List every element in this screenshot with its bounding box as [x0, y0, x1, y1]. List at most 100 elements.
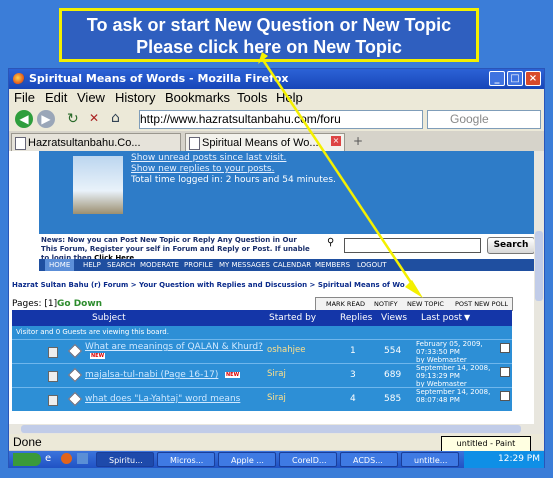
taskbar-item-coreldraw[interactable]: CorelD... [279, 452, 337, 467]
reload-icon[interactable]: ↻ [67, 111, 79, 127]
mosque-image [73, 156, 123, 214]
vertical-scroll-thumb[interactable] [535, 231, 543, 301]
col-views[interactable]: Views [381, 310, 407, 326]
new-topic-button[interactable]: NEW TOPIC [407, 298, 444, 310]
stop-icon[interactable]: ✕ [89, 111, 99, 125]
topic-subject-link[interactable]: majalsa-tul-nabi (Page 16-17) [85, 370, 218, 380]
close-button[interactable]: × [525, 71, 541, 86]
menu-edit[interactable]: Edit [45, 89, 67, 107]
topic-starter[interactable]: Siraj [267, 393, 286, 403]
nav-help[interactable]: HELP [83, 259, 101, 271]
time-logged-in: Total time logged in: 2 hours and 54 min… [131, 175, 336, 185]
last-post-date: February 05, 2009, [416, 340, 483, 348]
menu-bookmarks[interactable]: Bookmarks [165, 89, 230, 107]
nav-moderate[interactable]: MODERATE [140, 259, 179, 271]
last-post-icon[interactable] [500, 343, 510, 353]
taskbar-item-apple[interactable]: Apple ... [218, 452, 276, 467]
col-subject[interactable]: Subject [92, 310, 126, 326]
browser-window: Spiritual Means of Words - Mozilla Firef… [8, 68, 545, 468]
topic-icon [48, 347, 58, 358]
post-type-icon [67, 343, 83, 359]
topics-table-header: Subject Started by Replies Views Last po… [12, 310, 512, 326]
unread-posts-link[interactable]: Show unread posts since last visit. [131, 153, 286, 163]
menu-history[interactable]: History [115, 89, 155, 107]
topic-replies: 4 [350, 394, 356, 404]
status-text: Done [13, 435, 42, 449]
taskbar-item-paint[interactable]: untitle... [401, 452, 459, 467]
home-icon[interactable]: ⌂ [111, 110, 120, 126]
topic-icon [48, 371, 58, 382]
taskbar-item-microsoft[interactable]: Micros... [157, 452, 215, 467]
maximize-button[interactable]: □ [507, 71, 523, 86]
last-post-icon[interactable] [500, 391, 510, 401]
nav-logout[interactable]: LOGOUT [357, 259, 387, 271]
breadcrumb: Hazrat Sultan Bahu (r) Forum > Your Ques… [12, 281, 405, 289]
notify-button[interactable]: NOTIFY [374, 298, 398, 310]
horizontal-scrollbar[interactable] [9, 424, 544, 434]
nav-search[interactable]: SEARCH [107, 259, 135, 271]
search-box[interactable]: Google [427, 110, 541, 129]
forum-search-input[interactable] [344, 238, 481, 253]
start-button[interactable] [13, 453, 41, 466]
desktop-icon[interactable] [77, 453, 88, 464]
search-placeholder: Google [450, 112, 489, 126]
go-down-link[interactable]: Go Down [57, 299, 102, 309]
new-replies-link[interactable]: Show new replies to your posts. [131, 164, 274, 174]
viewers-info: Visitor and 0 Guests are viewing this bo… [12, 326, 512, 339]
last-post-date: September 14, 2008, [416, 364, 491, 372]
url-bar[interactable]: http://www.hazratsultanbahu.com/foru [139, 110, 423, 129]
topic-starter[interactable]: Siraj [267, 369, 286, 379]
nav-profile[interactable]: PROFILE [184, 259, 213, 271]
tab-bar: Hazratsultanbahu.Co... Spiritual Means o… [9, 131, 544, 151]
viewers-text: Visitor and 0 Guests are viewing this bo… [16, 328, 169, 336]
col-replies[interactable]: Replies [340, 310, 372, 326]
taskbar-item-acdsee[interactable]: ACDS... [340, 452, 398, 467]
page-icon [189, 137, 200, 150]
ie-icon[interactable]: e [45, 453, 51, 464]
forum-search-button[interactable]: Search [487, 237, 534, 254]
minimize-button[interactable]: _ [489, 71, 505, 86]
firefox-quicklaunch-icon[interactable] [61, 453, 72, 464]
system-tray: 12:29 PM [464, 451, 544, 468]
post-new-poll-button[interactable]: POST NEW POLL [455, 298, 508, 310]
menu-help[interactable]: Help [276, 89, 303, 107]
menu-tools[interactable]: Tools [237, 89, 267, 107]
menu-view[interactable]: View [77, 89, 105, 107]
page-icon [15, 137, 26, 150]
callout-line-2: Please click here on New Topic [136, 37, 402, 57]
forward-button[interactable]: ▶ [37, 110, 55, 128]
table-row: What are meanings of QALAN & Khurd? NEW … [12, 339, 512, 364]
new-tab-icon[interactable]: + [353, 134, 363, 148]
topic-last-post: September 14, 2008, 09:13:29 PM by Webma… [416, 364, 490, 388]
instruction-callout: To ask or start New Question or New Topi… [59, 8, 479, 62]
table-row: what does "La-Yahtaj" word means Siraj 4… [12, 387, 512, 411]
back-button[interactable]: ◀ [15, 110, 33, 128]
callout-line-1: To ask or start New Question or New Topi… [86, 15, 452, 35]
tab-spiritual-means[interactable]: Spiritual Means of Wo... [185, 133, 345, 151]
nav-members[interactable]: MEMBERS [315, 259, 350, 271]
nav-my-messages[interactable]: MY MESSAGES [219, 259, 270, 271]
new-badge: NEW [225, 372, 241, 378]
tab-close-icon[interactable]: × [331, 136, 341, 146]
menu-file[interactable]: File [14, 89, 35, 107]
topic-subject-link[interactable]: What are meanings of QALAN & Khurd? [85, 342, 263, 352]
taskbar-item-firefox[interactable]: Spiritu... [96, 452, 154, 467]
topic-views: 554 [384, 346, 402, 356]
mark-read-button[interactable]: MARK READ [326, 298, 365, 310]
last-post-icon[interactable] [500, 367, 510, 377]
nav-home[interactable]: HOME [45, 259, 75, 271]
col-last-post[interactable]: Last post [421, 310, 462, 326]
nav-calendar[interactable]: CALENDAR [273, 259, 311, 271]
last-post-time: 08:07:48 PM [416, 396, 460, 404]
horizontal-scroll-thumb[interactable] [21, 425, 521, 433]
tab-label: Hazratsultanbahu.Co... [28, 137, 141, 149]
vertical-scrollbar[interactable] [534, 151, 544, 424]
topic-starter[interactable]: oshahjee [267, 345, 305, 355]
topic-views: 689 [384, 370, 402, 380]
topic-subject-link[interactable]: what does "La-Yahtaj" word means [85, 394, 240, 404]
topic-last-post: February 05, 2009, 07:33:50 PM by Webmas… [416, 340, 483, 364]
sort-desc-icon[interactable]: ▼ [464, 310, 470, 326]
topic-replies: 3 [350, 370, 356, 380]
tab-hazratsultanbahu[interactable]: Hazratsultanbahu.Co... [11, 133, 181, 151]
col-started-by[interactable]: Started by [269, 310, 316, 326]
